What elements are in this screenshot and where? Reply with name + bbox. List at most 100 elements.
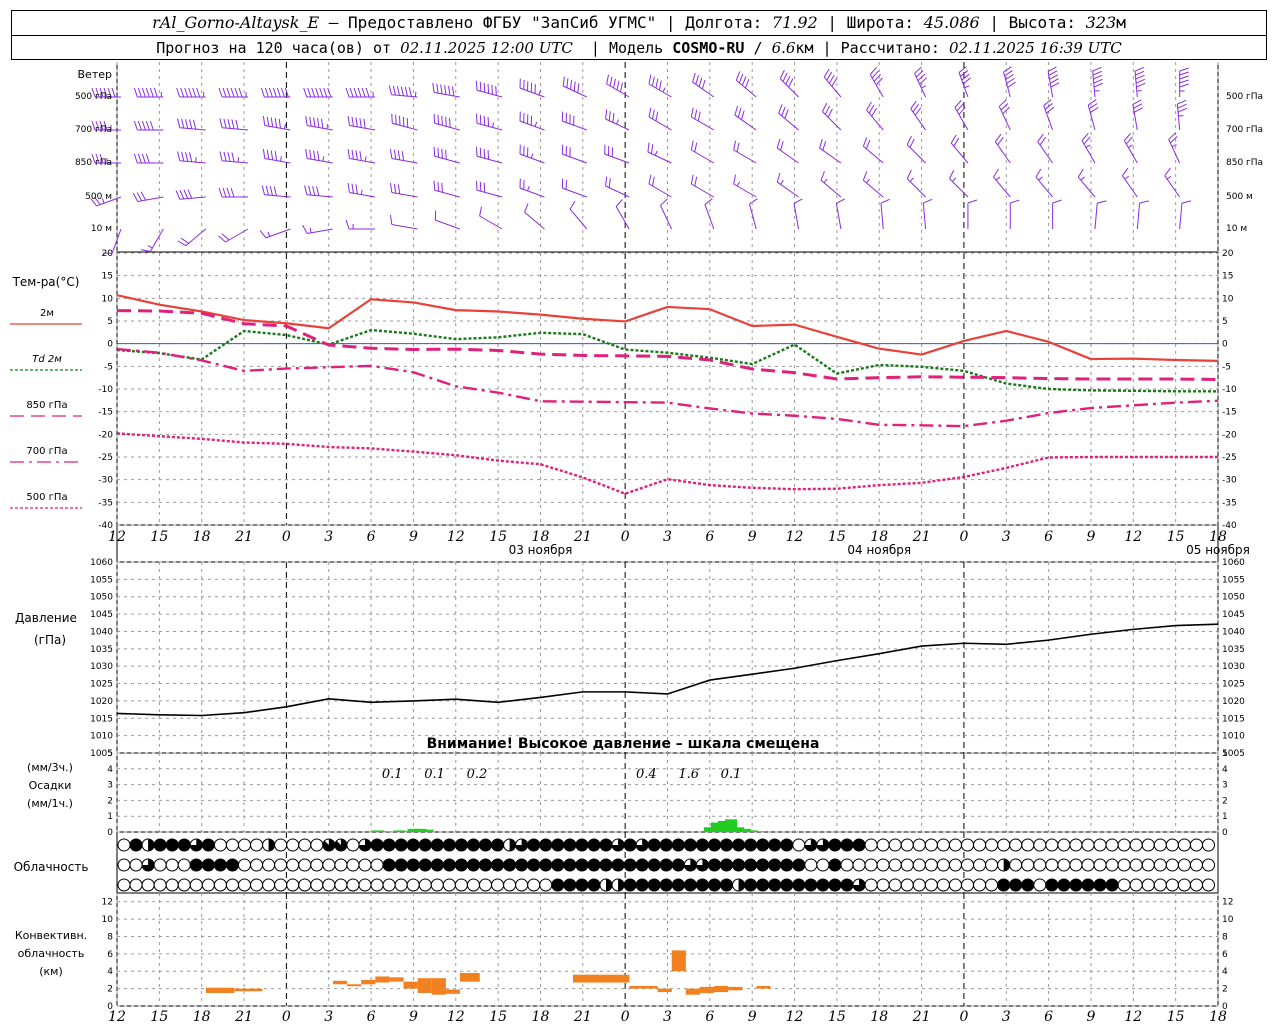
wind-barb <box>1164 175 1181 198</box>
wind-barb-feather <box>923 198 933 204</box>
cloud-fill <box>600 859 612 871</box>
wind-barb-feather <box>1006 77 1015 84</box>
wind-barb-feather <box>445 149 447 160</box>
cloud-title: Облачность <box>14 860 89 874</box>
conv-tick-left: 4 <box>107 967 113 977</box>
wind-barb-feather <box>316 186 320 196</box>
wind-barb-feather <box>302 224 308 234</box>
pres-tick-right: 1030 <box>1222 662 1245 672</box>
conv-tick-left: 12 <box>102 898 113 908</box>
cloud-symbol <box>936 858 950 872</box>
cloud-symbol <box>274 838 288 852</box>
wind-barb-feather <box>950 134 957 144</box>
wind-barb <box>1077 176 1096 198</box>
wind-barb-feather <box>192 87 197 98</box>
wind-barb-feather <box>365 87 370 98</box>
time-tick-label-bottom: 3 <box>324 1009 333 1024</box>
wind-barb-feather <box>262 116 266 126</box>
cloud-fill <box>509 839 516 851</box>
wind-title: Ветер <box>78 68 112 81</box>
wind-barb <box>733 183 757 198</box>
wind-barb-feather <box>313 117 316 127</box>
wind-level-label-left: 10 м <box>91 224 112 234</box>
cloud-symbol <box>1189 838 1203 852</box>
wind-barb-feather <box>264 87 269 98</box>
wind-barb-feather <box>1135 78 1145 84</box>
precip-tick-right: 1 <box>1222 812 1228 822</box>
wind-barb-feather <box>1049 74 1059 80</box>
cloud-symbol <box>238 838 251 852</box>
time-tick-label: 12 <box>108 529 126 545</box>
wind-barb-feather <box>608 178 611 188</box>
wind-barb-feather <box>260 87 265 98</box>
conv-cloud-bar <box>728 986 743 991</box>
conv-cloud-bar <box>431 978 446 995</box>
wind-barb-feather <box>1085 144 1091 148</box>
cloud-fill <box>696 879 709 891</box>
wind-barb-feather <box>1179 71 1189 76</box>
wind-barb-feather <box>404 86 408 97</box>
wind-barb-feather <box>351 116 354 127</box>
pres-tick-right: 1055 <box>1222 575 1245 585</box>
cloud-fill <box>606 879 612 891</box>
cloud-fill <box>467 839 480 851</box>
wind-barb-feather <box>692 72 696 83</box>
wind-barb-feather <box>826 71 833 81</box>
wind-barb-feather <box>1088 103 1098 110</box>
cloud-symbol <box>936 838 950 852</box>
cloud-symbol <box>515 878 529 892</box>
cloud-fill <box>720 859 733 871</box>
wind-barb-feather <box>524 203 529 213</box>
temp-legend-label: 700 гПа <box>26 446 67 457</box>
wind-barb-feather <box>491 122 495 128</box>
cloud-symbol <box>322 878 336 892</box>
precip-tick-left: 0 <box>107 828 113 838</box>
cloud-symbol <box>189 878 203 892</box>
wind-barb <box>524 211 545 230</box>
wind-barb-feather <box>280 156 282 162</box>
wind-barb-feather <box>1139 200 1149 204</box>
wind-barb-feather <box>1135 74 1145 80</box>
wind-barb-feather <box>1124 175 1130 180</box>
wind-barb-feather <box>441 182 443 193</box>
wind-barb-feather <box>433 146 436 157</box>
cloud-fill <box>780 859 793 871</box>
wind-barb-feather <box>738 73 744 84</box>
time-tick-label: 12 <box>447 529 465 545</box>
wind-barb-feather <box>111 87 116 98</box>
temp-tick-right: 5 <box>1222 317 1228 327</box>
cloud-fill <box>624 839 637 851</box>
precip-3h-label: 1.6 <box>678 767 699 782</box>
time-tick-label-bottom: 3 <box>1002 1009 1011 1024</box>
cloud-symbol <box>888 858 902 872</box>
conv-tick-left: 10 <box>102 915 114 925</box>
cloud-fill <box>841 879 853 891</box>
wind-barb-feather <box>149 120 154 131</box>
cloud-fill <box>816 879 829 891</box>
wind-barb-feather <box>185 119 189 129</box>
precip-tick-left: 1 <box>107 812 113 822</box>
cloud-symbol <box>1021 838 1035 852</box>
cloud-symbol <box>346 858 360 872</box>
precip-3h-label: 0.1 <box>424 767 445 782</box>
conv-cloud-bar <box>347 984 362 987</box>
wind-barb-feather <box>222 187 227 198</box>
wind-barb-feather <box>218 87 223 98</box>
cloud-fill <box>395 839 408 851</box>
cloud-symbol <box>298 878 312 892</box>
wind-barb-feather <box>836 198 845 204</box>
time-tick-label-bottom: 6 <box>367 1009 376 1024</box>
wind-barb-feather <box>1005 73 1014 81</box>
cloud-fill <box>1069 879 1082 891</box>
wind-barb-feather <box>448 85 451 96</box>
wind-barb-feather <box>1080 176 1085 181</box>
wind-barb-feather <box>1128 144 1133 148</box>
cloud-symbol <box>1033 878 1047 892</box>
wind-barb-feather <box>1093 82 1103 88</box>
wind-barb-feather <box>1007 81 1016 88</box>
time-tick-label-bottom: 21 <box>573 1009 592 1024</box>
cloud-symbol <box>1129 878 1143 892</box>
wind-barb-feather <box>278 118 282 129</box>
wind-barb-feather <box>785 75 791 85</box>
wind-barb-feather <box>655 78 659 89</box>
